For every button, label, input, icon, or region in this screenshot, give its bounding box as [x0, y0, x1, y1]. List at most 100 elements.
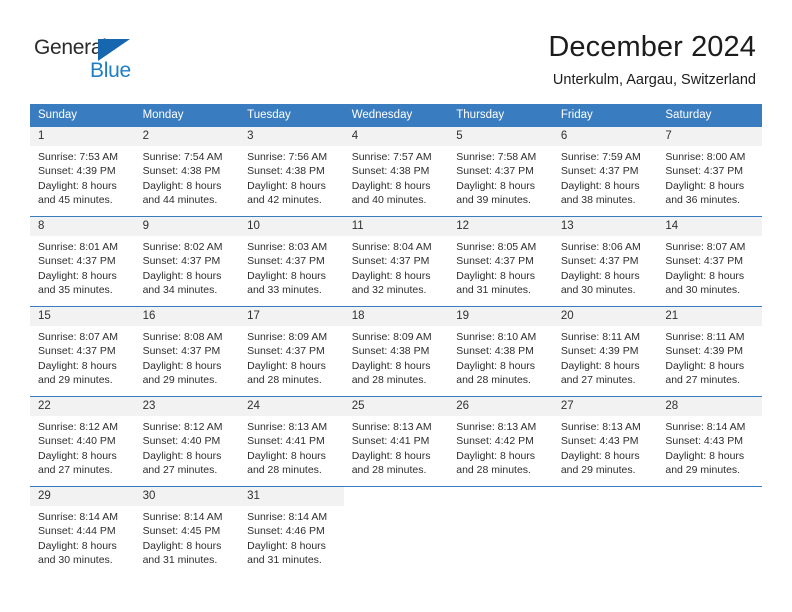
calendar-day-cell[interactable]: 1 Sunrise: 7:53 AM Sunset: 4:39 PM Daylight…	[30, 126, 135, 217]
day-number: 22	[30, 397, 135, 416]
day-details: Sunrise: 8:01 AM Sunset: 4:37 PM Daylight:…	[30, 236, 135, 297]
calendar-day-cell[interactable]: 4 Sunrise: 7:57 AM Sunset: 4:38 PM Daylight…	[343, 126, 449, 217]
calendar-week-row: 1 Sunrise: 7:53 AM Sunset: 4:39 PM Daylight…	[30, 126, 762, 217]
sunrise-text: Sunrise: 8:13 AM	[560, 421, 641, 433]
daylight-text-line1: Daylight: 8 hours	[142, 359, 222, 372]
day-number: 19	[448, 307, 553, 326]
sunset-text: Sunset: 4:37 PM	[38, 255, 116, 268]
day-number: 2	[134, 127, 240, 146]
day-number: 15	[30, 307, 135, 326]
daylight-text-line1: Daylight: 8 hours	[38, 269, 117, 282]
daylight-text-line2: and 28 minutes.	[351, 373, 427, 386]
calendar-day-cell[interactable]: 26 Sunrise: 8:13 AM Sunset: 4:42 PM Dayligh…	[448, 396, 553, 487]
day-details: Sunrise: 8:14 AM Sunset: 4:43 PM Daylight:…	[657, 416, 762, 477]
sunset-text: Sunset: 4:37 PM	[665, 165, 744, 178]
sunrise-text: Sunrise: 8:03 AM	[247, 241, 328, 253]
sunset-text: Sunset: 4:41 PM	[351, 435, 430, 448]
day-number: 17	[239, 307, 344, 326]
calendar-day-cell[interactable]: 7 Sunrise: 8:00 AM Sunset: 4:37 PM Daylight…	[657, 126, 762, 217]
day-details: Sunrise: 7:54 AM Sunset: 4:38 PM Daylight:…	[135, 146, 240, 207]
calendar-day-cell[interactable]: 5 Sunrise: 7:58 AM Sunset: 4:37 PM Daylight…	[448, 126, 553, 217]
day-details: Sunrise: 8:02 AM Sunset: 4:37 PM Daylight:…	[135, 236, 240, 297]
calendar-day-cell[interactable]: 18 Sunrise: 8:09 AM Sunset: 4:38 PM Dayligh…	[343, 306, 449, 397]
sunrise-text: Sunrise: 8:09 AM	[351, 331, 432, 343]
page-header: General Blue December 2024 Unterkulm, Aa…	[0, 0, 792, 100]
brand-logo[interactable]: General Blue	[34, 36, 154, 86]
calendar-day-cell[interactable]: 21 Sunrise: 8:11 AM Sunset: 4:39 PM Dayligh…	[657, 306, 762, 397]
calendar-day-cell[interactable]: 16 Sunrise: 8:08 AM Sunset: 4:37 PM Dayligh…	[134, 306, 240, 397]
calendar-day-cell[interactable]: 2 Sunrise: 7:54 AM Sunset: 4:38 PM Daylight…	[134, 126, 240, 217]
calendar-day-cell[interactable]: 14 Sunrise: 8:07 AM Sunset: 4:37 PM Dayligh…	[657, 216, 762, 307]
calendar-day-cell[interactable]: 23 Sunrise: 8:12 AM Sunset: 4:40 PM Dayligh…	[134, 396, 240, 487]
day-number: 25	[343, 397, 449, 416]
daylight-text-line2: and 29 minutes.	[142, 373, 218, 386]
calendar-day-cell[interactable]: 30 Sunrise: 8:14 AM Sunset: 4:45 PM Dayligh…	[134, 486, 240, 577]
calendar-table: Sunday Monday Tuesday Wednesday Thursday…	[30, 104, 762, 577]
weekday-header-thursday: Thursday	[448, 104, 553, 127]
daylight-text-line1: Daylight: 8 hours	[456, 449, 536, 462]
calendar-day-cell[interactable]: 15 Sunrise: 8:07 AM Sunset: 4:37 PM Dayligh…	[30, 306, 135, 397]
daylight-text-line1: Daylight: 8 hours	[560, 179, 640, 192]
daylight-text-line2: and 30 minutes.	[665, 283, 741, 296]
calendar-day-cell[interactable]: 28 Sunrise: 8:14 AM Sunset: 4:43 PM Dayligh…	[657, 396, 762, 487]
calendar-day-cell[interactable]: 12 Sunrise: 8:05 AM Sunset: 4:37 PM Dayligh…	[448, 216, 553, 307]
calendar-day-cell[interactable]: 6 Sunrise: 7:59 AM Sunset: 4:37 PM Daylight…	[552, 126, 658, 217]
calendar-day-cell[interactable]: 29 Sunrise: 8:14 AM Sunset: 4:44 PM Dayligh…	[30, 486, 135, 577]
day-details: Sunrise: 8:11 AM Sunset: 4:39 PM Daylight:…	[553, 326, 658, 387]
calendar-day-cell[interactable]: 9 Sunrise: 8:02 AM Sunset: 4:37 PM Daylight…	[134, 216, 240, 307]
day-number: 7	[657, 127, 762, 146]
daylight-text-line1: Daylight: 8 hours	[665, 449, 745, 462]
daylight-text-line1: Daylight: 8 hours	[351, 269, 431, 282]
daylight-text-line2: and 29 minutes.	[38, 373, 113, 386]
daylight-text-line1: Daylight: 8 hours	[247, 359, 326, 372]
day-number: 29	[30, 487, 135, 506]
sunrise-text: Sunrise: 7:54 AM	[142, 151, 223, 163]
day-number: 27	[552, 397, 658, 416]
calendar-day-cell[interactable]: 8 Sunrise: 8:01 AM Sunset: 4:37 PM Daylight…	[30, 216, 135, 307]
day-details: Sunrise: 8:12 AM Sunset: 4:40 PM Daylight:…	[30, 416, 135, 477]
calendar-day-cell[interactable]: 25 Sunrise: 8:13 AM Sunset: 4:41 PM Dayligh…	[343, 396, 449, 487]
daylight-text-line2: and 34 minutes.	[142, 283, 218, 296]
sunset-text: Sunset: 4:43 PM	[665, 435, 744, 448]
weekday-header-row: Sunday Monday Tuesday Wednesday Thursday…	[30, 104, 762, 127]
weekday-header-tuesday: Tuesday	[239, 104, 344, 127]
sunrise-text: Sunrise: 8:07 AM	[38, 331, 118, 343]
daylight-text-line1: Daylight: 8 hours	[351, 359, 431, 372]
daylight-text-line1: Daylight: 8 hours	[142, 269, 222, 282]
day-details: Sunrise: 8:07 AM Sunset: 4:37 PM Daylight:…	[30, 326, 135, 387]
calendar-day-cell[interactable]: 20 Sunrise: 8:11 AM Sunset: 4:39 PM Dayligh…	[552, 306, 658, 397]
day-details: Sunrise: 8:14 AM Sunset: 4:44 PM Daylight:…	[30, 506, 135, 567]
day-number: 12	[448, 217, 553, 236]
day-details: Sunrise: 7:57 AM Sunset: 4:38 PM Daylight:…	[344, 146, 449, 207]
calendar-page: General Blue December 2024 Unterkulm, Aa…	[0, 0, 792, 612]
calendar-day-cell[interactable]: 3 Sunrise: 7:56 AM Sunset: 4:38 PM Daylight…	[239, 126, 344, 217]
calendar-day-cell[interactable]: 10 Sunrise: 8:03 AM Sunset: 4:37 PM Dayligh…	[239, 216, 344, 307]
sunset-text: Sunset: 4:37 PM	[247, 255, 325, 268]
calendar-day-cell-empty	[343, 486, 449, 577]
day-number: 28	[657, 397, 762, 416]
day-number: 3	[239, 127, 344, 146]
sunset-text: Sunset: 4:40 PM	[142, 435, 221, 448]
daylight-text-line2: and 28 minutes.	[247, 373, 322, 386]
calendar-day-cell[interactable]: 17 Sunrise: 8:09 AM Sunset: 4:37 PM Dayligh…	[239, 306, 344, 397]
calendar-day-cell[interactable]: 24 Sunrise: 8:13 AM Sunset: 4:41 PM Dayligh…	[239, 396, 344, 487]
day-details: Sunrise: 8:11 AM Sunset: 4:39 PM Daylight:…	[657, 326, 762, 387]
sunset-text: Sunset: 4:38 PM	[456, 345, 534, 358]
sunset-text: Sunset: 4:39 PM	[665, 345, 744, 358]
sunset-text: Sunset: 4:38 PM	[247, 165, 325, 178]
sunrise-text: Sunrise: 8:12 AM	[38, 421, 118, 433]
calendar-day-cell[interactable]: 31 Sunrise: 8:14 AM Sunset: 4:46 PM Dayligh…	[239, 486, 344, 577]
calendar-day-cell[interactable]: 11 Sunrise: 8:04 AM Sunset: 4:37 PM Dayligh…	[343, 216, 449, 307]
weekday-header-wednesday: Wednesday	[343, 104, 449, 127]
calendar-day-cell[interactable]: 27 Sunrise: 8:13 AM Sunset: 4:43 PM Dayligh…	[552, 396, 658, 487]
daylight-text-line2: and 38 minutes.	[560, 193, 636, 206]
daylight-text-line1: Daylight: 8 hours	[665, 359, 745, 372]
calendar-day-cell[interactable]: 13 Sunrise: 8:06 AM Sunset: 4:37 PM Dayligh…	[552, 216, 658, 307]
brand-name-blue: Blue	[90, 59, 131, 82]
sunset-text: Sunset: 4:40 PM	[38, 435, 116, 448]
calendar-day-cell[interactable]: 19 Sunrise: 8:10 AM Sunset: 4:38 PM Dayligh…	[448, 306, 553, 397]
sunset-text: Sunset: 4:37 PM	[142, 345, 221, 358]
calendar-day-cell[interactable]: 22 Sunrise: 8:12 AM Sunset: 4:40 PM Dayligh…	[30, 396, 135, 487]
day-number: 6	[552, 127, 658, 146]
day-number: 4	[343, 127, 449, 146]
